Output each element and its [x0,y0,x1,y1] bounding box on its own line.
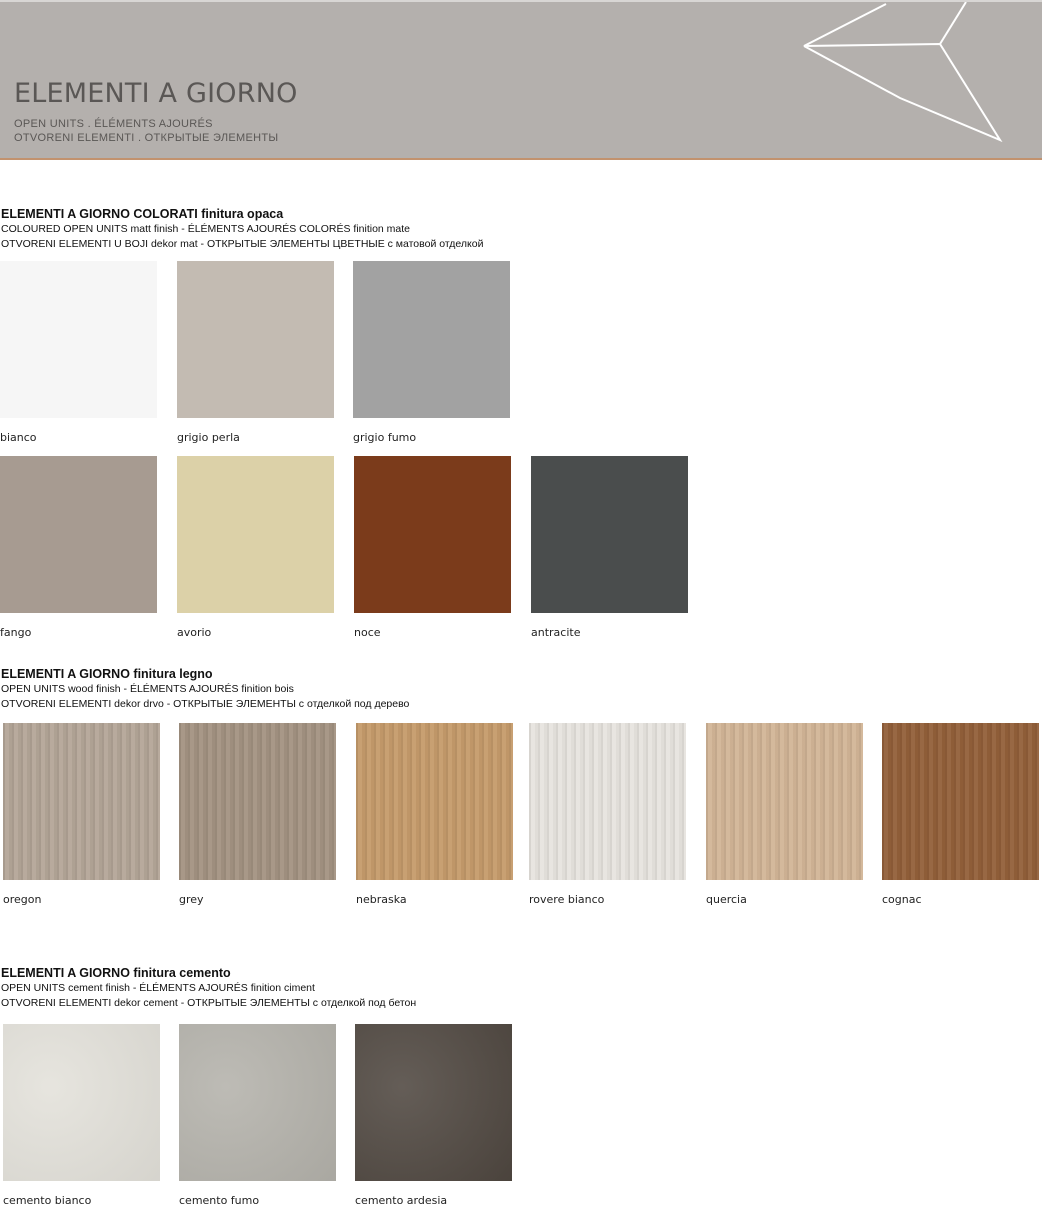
swatch-label: cemento ardesia [355,1194,448,1207]
section-colored-title: ELEMENTI A GIORNO COLORATI finitura opac… [1,207,284,221]
swatch-rovere-bianco: rovere bianco [529,723,686,906]
swatch-nebraska: nebraska [356,723,513,906]
swatch-oregon: oregon [3,723,160,906]
swatch-label: fango [0,626,32,639]
page-header: ELEMENTI A GIORNO OPEN UNITS . ÉLÉMENTS … [0,0,1042,160]
swatch-antracite: antracite [531,456,688,639]
section-wood-title: ELEMENTI A GIORNO finitura legno [1,667,213,681]
swatch-chip [177,456,334,613]
swatch-cemento-bianco: cemento bianco [3,1024,160,1207]
swatch-label: rovere bianco [529,893,605,906]
section-cement-subtitle-1: OPEN UNITS cement finish - ÉLÉMENTS AJOU… [1,982,315,994]
swatch-chip [882,723,1039,880]
swatch-cemento-fumo: cemento fumo [179,1024,336,1207]
swatch-label: bianco [0,431,37,444]
section-colored-heading: ELEMENTI A GIORNO COLORATI finitura opac… [1,207,483,252]
swatch-cemento-ardesia: cemento ardesia [355,1024,512,1207]
swatch-grey: grey [179,723,336,906]
swatch-label: quercia [706,893,747,906]
section-wood-heading: ELEMENTI A GIORNO finitura legno OPEN UN… [1,667,409,712]
swatch-label: noce [354,626,381,639]
swatch-label: cemento bianco [3,1194,92,1207]
swatch-noce: noce [354,456,511,639]
swatch-chip [177,261,334,418]
swatch-label: grey [179,893,204,906]
swatch-quercia: quercia [706,723,863,906]
section-wood-subtitle-1: OPEN UNITS wood finish - ÉLÉMENTS AJOURÉ… [1,683,294,695]
swatch-cognac: cognac [882,723,1039,906]
swatch-avorio: avorio [177,456,334,639]
swatch-label: grigio perla [177,431,240,444]
swatch-chip [531,456,688,613]
swatch-chip [0,261,157,418]
swatch-chip [356,723,513,880]
swatch-label: antracite [531,626,581,639]
swatch-label: grigio fumo [353,431,417,444]
section-cement-title: ELEMENTI A GIORNO finitura cemento [1,966,231,980]
swatch-label: avorio [177,626,212,639]
swatch-fango: fango [0,456,157,639]
swatch-label: oregon [3,893,42,906]
page-title: ELEMENTI A GIORNO [14,78,298,109]
swatch-chip [353,261,510,418]
section-cement-subtitle-2: OTVORENI ELEMENTI dekor cement - ОТКРЫТЫ… [1,997,417,1009]
swatch-label: cognac [882,893,922,906]
section-wood-subtitle-2: OTVORENI ELEMENTI dekor drvo - ОТКРЫТЫЕ … [1,698,410,710]
geometric-line-decoration [803,2,1003,143]
swatch-chip [529,723,686,880]
page-subtitle-1: OPEN UNITS . ÉLÉMENTS AJOURÉS [14,118,213,130]
swatch-label: cemento fumo [179,1194,260,1207]
section-colored-subtitle-2: OTVORENI ELEMENTI U BOJI dekor mat - ОТК… [1,238,484,250]
page-subtitle-2: OTVORENI ELEMENTI . ОТКРЫТЫЕ ЭЛЕМЕНТЫ [14,132,279,144]
swatch-chip [354,456,511,613]
swatch-chip [0,456,157,613]
swatch-chip [355,1024,512,1181]
swatch-chip [179,723,336,880]
swatch-chip [3,723,160,880]
swatch-grigio-fumo: grigio fumo [353,261,510,444]
swatch-bianco: bianco [0,261,157,444]
swatch-grigio-perla: grigio perla [177,261,334,444]
swatch-chip [3,1024,160,1181]
swatch-label: nebraska [356,893,407,906]
swatch-chip [706,723,863,880]
swatch-chip [179,1024,336,1181]
section-cement-heading: ELEMENTI A GIORNO finitura cemento OPEN … [1,966,416,1011]
section-colored-subtitle-1: COLOURED OPEN UNITS matt finish - ÉLÉMEN… [1,223,411,235]
